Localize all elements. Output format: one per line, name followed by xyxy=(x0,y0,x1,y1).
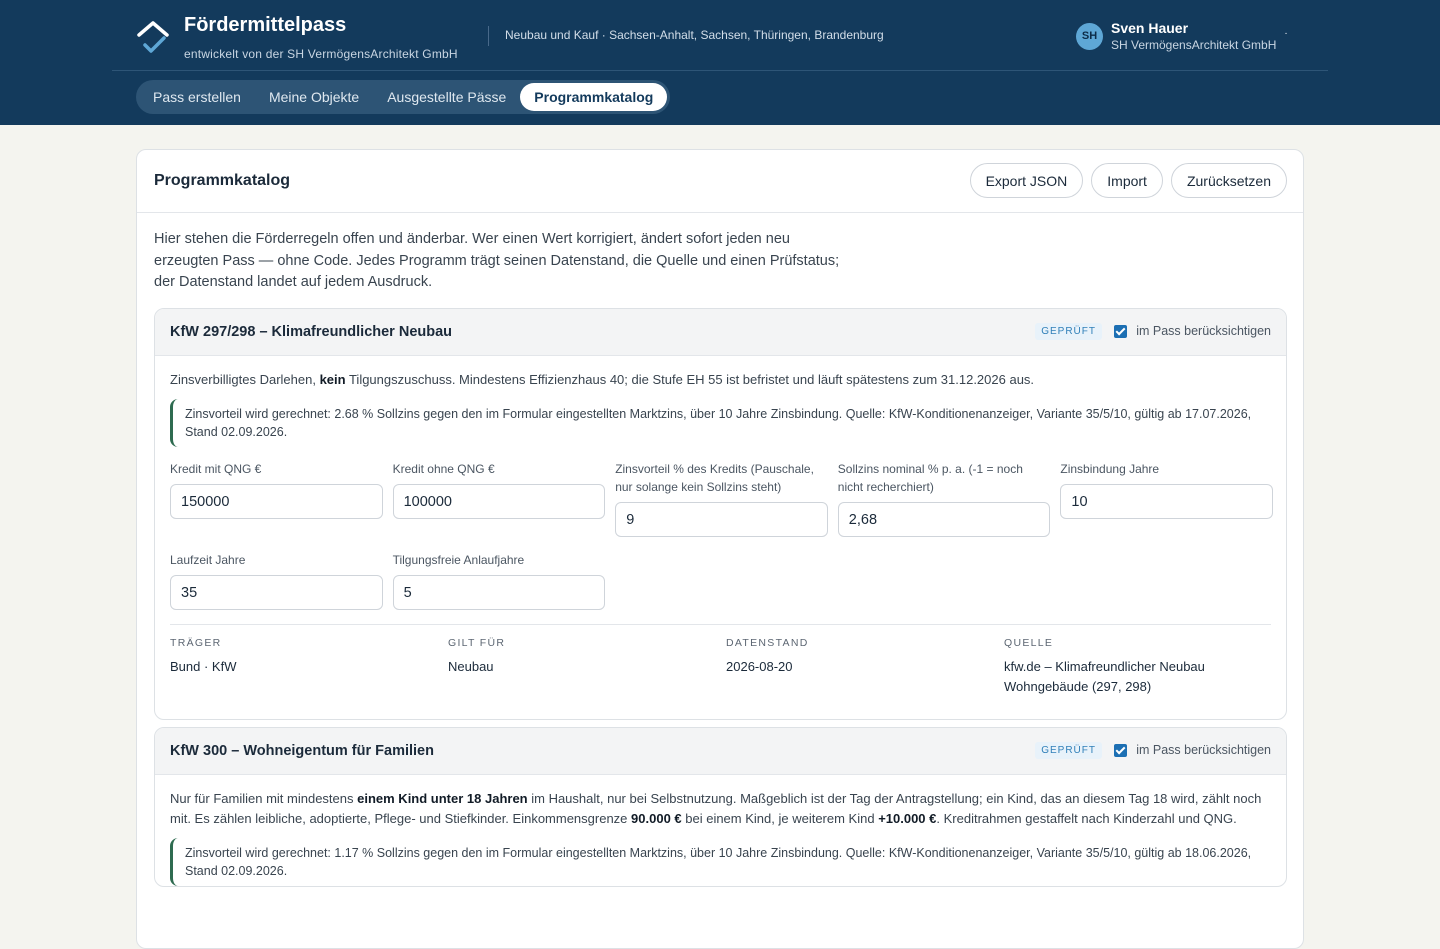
calculation-note: Zinsvorteil wird gerechnet: 1.17 % Sollz… xyxy=(170,838,1271,886)
status-badge: GEPRÜFT xyxy=(1035,742,1102,759)
program-title: KfW 300 – Wohneigentum für Familien xyxy=(170,743,434,759)
field-label: Laufzeit Jahre xyxy=(170,553,246,567)
brand[interactable]: Fördermittelpass entwickelt von der SH V… xyxy=(136,14,458,61)
tab-ausgestellte-paesse[interactable]: Ausgestellte Pässe xyxy=(373,83,520,111)
avatar: SH xyxy=(1076,22,1103,50)
kredit-ohne-qng-input[interactable] xyxy=(392,484,606,519)
divider xyxy=(170,624,1271,625)
field-kredit-ohne-qng: Kredit ohne QNG € xyxy=(392,460,606,537)
include-checkbox[interactable] xyxy=(1114,743,1128,757)
page-title: Programmkatalog xyxy=(154,172,291,189)
program-meta: TRÄGER Bund · KfW GILT FÜR Neubau DATENS… xyxy=(170,637,1271,719)
logo-icon xyxy=(137,21,169,53)
program-header: KfW 297/298 – Klimafreundlicher Neubau G… xyxy=(155,309,1286,356)
zinsbindung-input[interactable] xyxy=(1060,484,1273,519)
field-label: Kredit ohne QNG € xyxy=(392,462,495,476)
meta-datenstand: DATENSTAND 2026-08-20 xyxy=(726,637,809,674)
user-org: SH VermögensArchitekt GmbH xyxy=(1111,38,1277,52)
laufzeit-input[interactable] xyxy=(170,575,383,610)
program-description: Nur für Familien mit mindestens einem Ki… xyxy=(170,791,1262,826)
zinsvorteil-input[interactable] xyxy=(615,502,828,537)
user-name: Sven Hauer xyxy=(1111,20,1189,36)
field-label: Sollzins nominal % p. a. (-1 = noch nich… xyxy=(837,462,1023,494)
intro-text: Hier stehen die Förderregeln offen und ä… xyxy=(154,231,840,290)
kredit-mit-qng-input[interactable] xyxy=(170,484,383,519)
user-menu[interactable]: SH Sven Hauer SH VermögensArchitekt GmbH… xyxy=(1076,20,1288,52)
reset-button[interactable]: Zurücksetzen xyxy=(1170,163,1287,198)
tilgungsfreie-jahre-input[interactable] xyxy=(392,575,606,610)
field-zinsbindung: Zinsbindung Jahre xyxy=(1060,460,1273,537)
tab-pass-erstellen[interactable]: Pass erstellen xyxy=(139,83,255,111)
program-fields: Kredit mit QNG € Kredit ohne QNG € Zinsv… xyxy=(170,460,1273,610)
status-badge: GEPRÜFT xyxy=(1035,323,1102,340)
field-label: Zinsbindung Jahre xyxy=(1060,462,1160,476)
tab-programmkatalog[interactable]: Programmkatalog xyxy=(520,83,668,111)
program-description: Zinsverbilligtes Darlehen, kein Tilgungs… xyxy=(170,372,1035,387)
header-actions: Export JSON Import Zurücksetzen xyxy=(969,163,1287,198)
region-info: Neubau und Kauf · Sachsen-Anhalt, Sachse… xyxy=(505,28,884,42)
field-label: Kredit mit QNG € xyxy=(170,462,262,476)
include-toggle[interactable]: im Pass berücksichtigen xyxy=(1114,743,1271,757)
meta-traeger: TRÄGER Bund · KfW xyxy=(170,637,237,674)
brand-title: Fördermittelpass xyxy=(184,14,347,36)
include-toggle[interactable]: im Pass berücksichtigen xyxy=(1114,324,1271,338)
field-sollzins: Sollzins nominal % p. a. (-1 = noch nich… xyxy=(837,460,1051,537)
catalog-card: Programmkatalog Export JSON Import Zurüc… xyxy=(136,149,1304,949)
brand-subtitle: entwickelt von der SH VermögensArchitekt… xyxy=(184,47,458,61)
field-label: Tilgungsfreie Anlaufjahre xyxy=(392,553,525,567)
program-header: KfW 300 – Wohneigentum für Familien GEPR… xyxy=(155,728,1286,775)
program-title: KfW 297/298 – Klimafreundlicher Neubau xyxy=(170,324,453,340)
include-label: im Pass berücksichtigen xyxy=(1136,743,1271,757)
program-card: KfW 300 – Wohneigentum für Familien GEPR… xyxy=(154,727,1287,887)
card-header: Programmkatalog Export JSON Import Zurüc… xyxy=(137,150,1303,213)
field-tilgungsfreie-jahre: Tilgungsfreie Anlaufjahre xyxy=(392,551,606,610)
field-zinsvorteil: Zinsvorteil % des Kredits (Pauschale, nu… xyxy=(615,460,828,537)
calculation-note: Zinsvorteil wird gerechnet: 2.68 % Sollz… xyxy=(170,399,1271,447)
user-menu-dot[interactable]: · xyxy=(1284,28,1287,39)
header-divider xyxy=(488,26,489,46)
field-kredit-mit-qng: Kredit mit QNG € xyxy=(170,460,383,537)
include-label: im Pass berücksichtigen xyxy=(1136,324,1271,338)
sollzins-input[interactable] xyxy=(837,502,1051,537)
program-card: KfW 297/298 – Klimafreundlicher Neubau G… xyxy=(154,308,1287,720)
field-label: Zinsvorteil % des Kredits (Pauschale, nu… xyxy=(615,462,814,494)
main-nav: Pass erstellen Meine Objekte Ausgestellt… xyxy=(136,80,671,114)
include-checkbox[interactable] xyxy=(1114,324,1128,338)
header-rule xyxy=(112,70,1328,71)
export-json-button[interactable]: Export JSON xyxy=(969,163,1084,198)
field-laufzeit: Laufzeit Jahre xyxy=(170,551,383,610)
tab-meine-objekte[interactable]: Meine Objekte xyxy=(255,83,373,111)
meta-quelle: QUELLE kfw.de – Klimafreundlicher Neubau… xyxy=(1004,637,1205,694)
import-button[interactable]: Import xyxy=(1091,163,1163,198)
meta-gilt-fuer: GILT FÜR Neubau xyxy=(448,637,506,674)
app-header: Fördermittelpass entwickelt von der SH V… xyxy=(0,0,1440,125)
